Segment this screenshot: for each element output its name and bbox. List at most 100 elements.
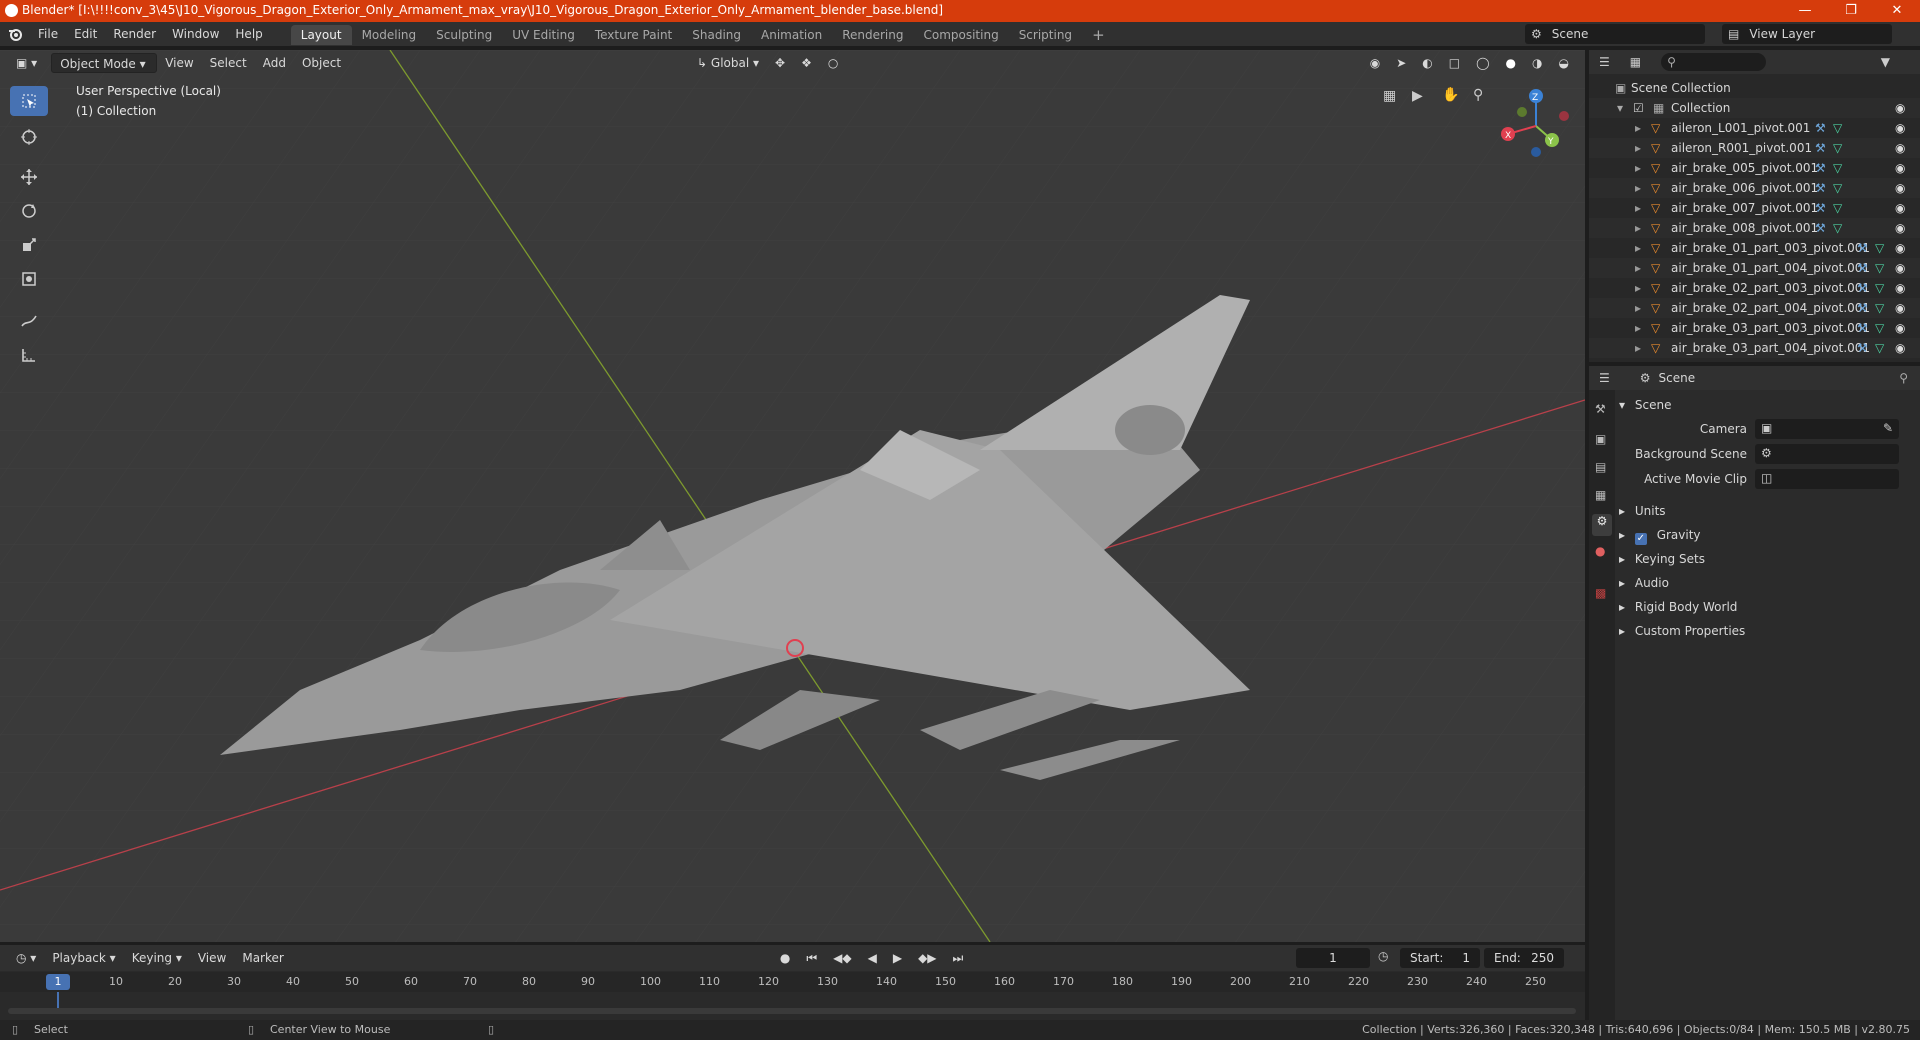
gizmo-toggle-icon[interactable]: ➤ bbox=[1388, 53, 1414, 73]
modifier-icon[interactable]: ⚒ bbox=[1815, 158, 1826, 178]
expand-arrow-icon[interactable]: ▾ bbox=[1617, 98, 1623, 118]
modifier-icon[interactable]: ⚒ bbox=[1815, 118, 1826, 138]
cursor-tool[interactable] bbox=[10, 122, 48, 152]
visibility-eye-icon[interactable]: ◉ bbox=[1895, 98, 1905, 118]
mesh-data-icon[interactable]: ▽ bbox=[1875, 318, 1884, 338]
mesh-data-icon[interactable]: ▽ bbox=[1833, 178, 1842, 198]
timeline-scrollbar[interactable] bbox=[8, 1008, 1576, 1014]
mesh-data-icon[interactable]: ▽ bbox=[1875, 238, 1884, 258]
expand-arrow-icon[interactable]: ▸ bbox=[1635, 218, 1641, 238]
custom-properties-panel-header[interactable]: ▸ Custom Properties bbox=[1619, 620, 1920, 642]
menu-help[interactable]: Help bbox=[227, 22, 270, 46]
pin-icon[interactable]: ⚲ bbox=[1899, 371, 1908, 385]
modifier-icon[interactable]: ⚒ bbox=[1857, 338, 1868, 358]
close-button[interactable]: ✕ bbox=[1874, 0, 1920, 22]
visibility-eye-icon[interactable]: ◉ bbox=[1895, 238, 1905, 258]
modifier-icon[interactable]: ⚒ bbox=[1857, 258, 1868, 278]
outliner-item[interactable]: ▸ ▽ air_brake_005_pivot.001 ⚒ ▽ ◉ bbox=[1589, 158, 1920, 178]
measure-tool[interactable] bbox=[10, 340, 48, 370]
texture-tab-icon[interactable]: ▩ bbox=[1595, 586, 1606, 600]
audio-panel-header[interactable]: ▸ Audio bbox=[1619, 572, 1920, 594]
scene-selector[interactable]: ⚙ Scene bbox=[1525, 24, 1705, 44]
collection-row[interactable]: ▾ ☑ ▦ Collection ◉ bbox=[1589, 98, 1920, 118]
visibility-eye-icon[interactable]: ◉ bbox=[1895, 298, 1905, 318]
expand-arrow-icon[interactable]: ▸ bbox=[1635, 178, 1641, 198]
tab-layout[interactable]: Layout bbox=[290, 25, 352, 45]
add-workspace-button[interactable]: + bbox=[1082, 25, 1115, 45]
annotate-tool[interactable] bbox=[10, 306, 48, 336]
timeline-editor-icon[interactable]: ◷ ▾ bbox=[8, 948, 44, 968]
view-layer-tab-icon[interactable]: ▦ bbox=[1595, 488, 1606, 502]
overlay-toggle-icon[interactable]: ◐ bbox=[1414, 53, 1440, 73]
menu-playback[interactable]: Playback ▾ bbox=[44, 948, 123, 968]
record-icon[interactable]: ● bbox=[772, 948, 798, 968]
zoom-icon[interactable]: ⚲ bbox=[1473, 87, 1483, 103]
move-tool[interactable] bbox=[10, 162, 48, 192]
menu-view[interactable]: View bbox=[157, 53, 201, 73]
prev-keyframe-icon[interactable]: ◀◆ bbox=[825, 948, 859, 968]
next-keyframe-icon[interactable]: ◆▶ bbox=[910, 948, 944, 968]
mesh-data-icon[interactable]: ▽ bbox=[1875, 338, 1884, 358]
units-panel-header[interactable]: ▸ Units bbox=[1619, 500, 1920, 522]
menu-keying[interactable]: Keying ▾ bbox=[124, 948, 190, 968]
outliner-item[interactable]: ▸ ▽ aileron_R001_pivot.001 ⚒ ▽ ◉ bbox=[1589, 138, 1920, 158]
expand-arrow-icon[interactable]: ▸ bbox=[1635, 138, 1641, 158]
modifier-icon[interactable]: ⚒ bbox=[1815, 138, 1826, 158]
scene-collection-row[interactable]: ▣ Scene Collection bbox=[1589, 78, 1920, 98]
active-movie-clip-field[interactable]: ◫ bbox=[1755, 469, 1899, 489]
expand-arrow-icon[interactable]: ▸ bbox=[1635, 238, 1641, 258]
eyedropper-icon[interactable]: ✎ bbox=[1883, 421, 1893, 435]
mesh-data-icon[interactable]: ▽ bbox=[1833, 158, 1842, 178]
camera-view-icon[interactable]: ▶ bbox=[1412, 88, 1423, 104]
jump-start-icon[interactable]: ⏮ bbox=[798, 948, 825, 968]
visibility-eye-icon[interactable]: ◉ bbox=[1895, 278, 1905, 298]
gravity-checkbox[interactable]: ✓ bbox=[1634, 533, 1647, 545]
mode-selector[interactable]: Object Mode ▾ bbox=[51, 53, 158, 73]
expand-arrow-icon[interactable]: ▸ bbox=[1635, 158, 1641, 178]
tab-sculpting[interactable]: Sculpting bbox=[426, 25, 502, 45]
pivot-icon[interactable]: ✥ bbox=[767, 53, 793, 73]
mesh-data-icon[interactable]: ▽ bbox=[1875, 298, 1884, 318]
material-shading-icon[interactable]: ◑ bbox=[1524, 53, 1550, 73]
modifier-icon[interactable]: ⚒ bbox=[1815, 178, 1826, 198]
3d-viewport[interactable]: ▣ ▾ Object Mode ▾ View Select Add Object… bbox=[0, 50, 1585, 942]
scene-panel-header[interactable]: ▾ Scene bbox=[1619, 394, 1920, 416]
menu-file[interactable]: File bbox=[30, 22, 66, 46]
tab-animation[interactable]: Animation bbox=[751, 25, 832, 45]
display-mode-icon[interactable]: ▦ bbox=[1630, 55, 1641, 69]
expand-arrow-icon[interactable]: ▸ bbox=[1635, 258, 1641, 278]
tab-rendering[interactable]: Rendering bbox=[832, 25, 913, 45]
world-tab-icon[interactable]: ● bbox=[1595, 544, 1605, 558]
menu-render[interactable]: Render bbox=[105, 22, 164, 46]
snap-icon[interactable]: ❖ bbox=[793, 53, 820, 73]
current-frame-marker[interactable]: 1 bbox=[46, 974, 70, 990]
expand-arrow-icon[interactable]: ▸ bbox=[1635, 298, 1641, 318]
tab-texture-paint[interactable]: Texture Paint bbox=[585, 25, 682, 45]
mesh-data-icon[interactable]: ▽ bbox=[1833, 218, 1842, 238]
modifier-icon[interactable]: ⚒ bbox=[1857, 238, 1868, 258]
mesh-data-icon[interactable]: ▽ bbox=[1875, 278, 1884, 298]
modifier-icon[interactable]: ⚒ bbox=[1815, 198, 1826, 218]
modifier-icon[interactable]: ⚒ bbox=[1857, 298, 1868, 318]
gravity-panel-header[interactable]: ▸ ✓ Gravity bbox=[1619, 524, 1920, 546]
visibility-eye-icon[interactable]: ◉ bbox=[1895, 158, 1905, 178]
start-frame-field[interactable]: Start: 1 bbox=[1400, 948, 1480, 968]
menu-object[interactable]: Object bbox=[294, 53, 349, 73]
outliner-item[interactable]: ▸ ▽ air_brake_008_pivot.001 ⚒ ▽ ◉ bbox=[1589, 218, 1920, 238]
expand-arrow-icon[interactable]: ▸ bbox=[1635, 198, 1641, 218]
tool-tab-icon[interactable]: ⚒ bbox=[1595, 402, 1606, 416]
transform-tool[interactable] bbox=[10, 264, 48, 294]
menu-window[interactable]: Window bbox=[164, 22, 227, 46]
frame-ruler[interactable]: 10 20 30 40 50 60 70 80 90 100 110 120 130 140 150 160 1… bbox=[0, 972, 1585, 992]
tab-scripting[interactable]: Scripting bbox=[1009, 25, 1082, 45]
modifier-icon[interactable]: ⚒ bbox=[1815, 218, 1826, 238]
visibility-eye-icon[interactable]: ◉ bbox=[1895, 198, 1905, 218]
scale-tool[interactable] bbox=[10, 230, 48, 260]
tab-uv-editing[interactable]: UV Editing bbox=[502, 25, 585, 45]
clock-icon[interactable]: ◷ bbox=[1378, 949, 1388, 963]
outliner-item[interactable]: ▸ ▽ air_brake_03_part_004_pivot.001 ⚒ ▽ ◉ bbox=[1589, 338, 1920, 358]
visibility-eye-icon[interactable]: ◉ bbox=[1895, 138, 1905, 158]
outliner-item[interactable]: ▸ ▽ air_brake_01_part_003_pivot.001 ⚒ ▽ ◉ bbox=[1589, 238, 1920, 258]
navigation-gizmo[interactable]: Z Y X bbox=[1496, 86, 1576, 166]
camera-field[interactable]: ▣ ✎ bbox=[1755, 419, 1899, 439]
